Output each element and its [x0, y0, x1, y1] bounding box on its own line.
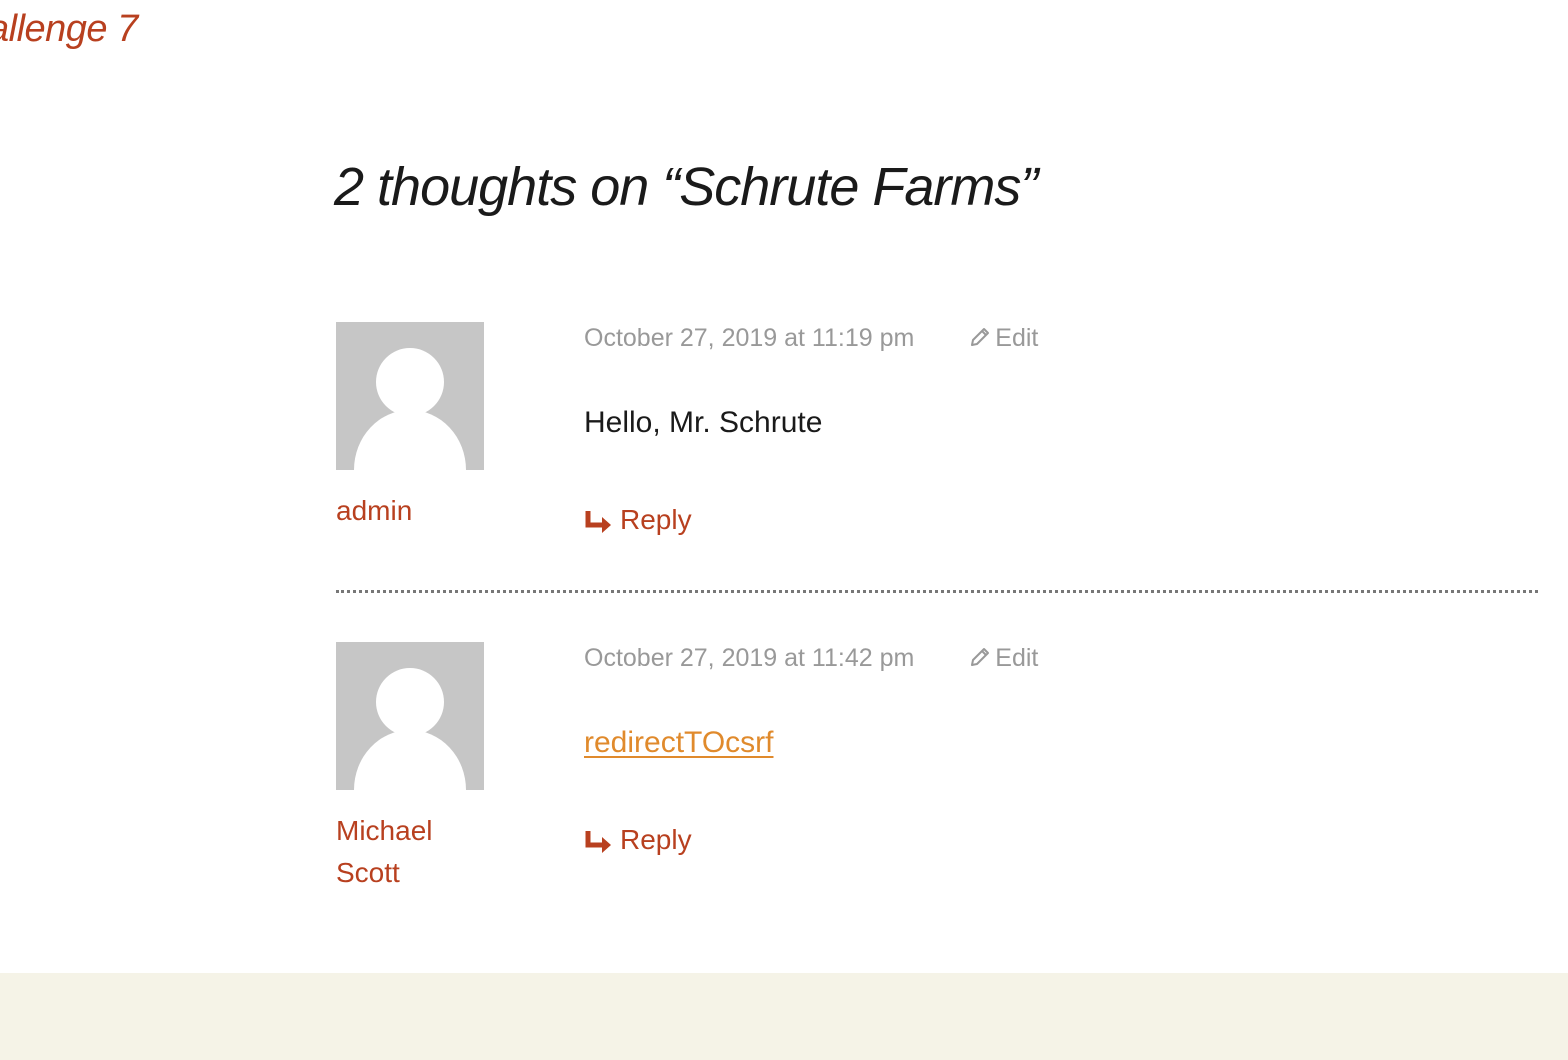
comment-edit-label: Edit: [995, 644, 1039, 672]
comments-title: 2 thoughts on “Schrute Farms”: [334, 157, 1038, 217]
avatar-icon: [336, 642, 484, 790]
comment-separator: [336, 590, 1538, 593]
pencil-icon: [971, 328, 990, 346]
comment-reply-label: Reply: [620, 504, 692, 535]
reply-arrow-icon: [585, 831, 611, 853]
site-footer: [0, 973, 1568, 1060]
avatar-icon: [336, 322, 484, 470]
comment-content: redirectTOcsrf: [584, 726, 773, 760]
comment-meta: October 27, 2019 at 11:19 pm Edit: [584, 324, 1038, 353]
reply-arrow-icon: [585, 511, 611, 533]
pencil-icon: [971, 648, 990, 666]
comment-edit-link[interactable]: Edit: [969, 644, 1038, 672]
comment-meta: October 27, 2019 at 11:42 pm Edit: [584, 644, 1038, 673]
comment-author-link[interactable]: admin: [336, 490, 486, 532]
comment-date-link[interactable]: October 27, 2019 at 11:42 pm: [584, 644, 914, 672]
comment-author-link[interactable]: Michael Scott: [336, 810, 486, 894]
comment-reply-link[interactable]: Reply: [584, 504, 692, 536]
comment-content: Hello, Mr. Schrute: [584, 406, 823, 439]
comment-content-link[interactable]: redirectTOcsrf: [584, 726, 773, 759]
comment-date-link[interactable]: October 27, 2019 at 11:19 pm: [584, 324, 914, 352]
comment-reply-label: Reply: [620, 824, 692, 855]
site-title-link[interactable]: allenge 7: [0, 8, 138, 51]
comment-edit-link[interactable]: Edit: [969, 324, 1038, 352]
comment-reply-link[interactable]: Reply: [584, 824, 692, 856]
comment-edit-label: Edit: [995, 324, 1039, 352]
